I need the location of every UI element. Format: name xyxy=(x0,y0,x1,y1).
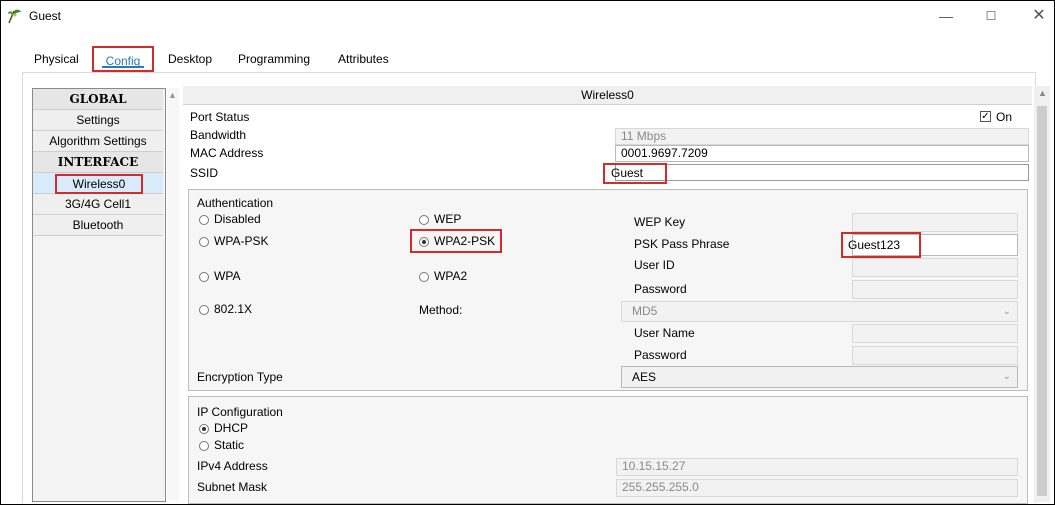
wpa-psk-label: WPA-PSK xyxy=(214,234,269,248)
bandwidth-label: Bandwidth xyxy=(190,128,247,142)
wpa-label: WPA xyxy=(214,269,241,283)
authentication-group: Authentication Disabled WEP WEP Key WPA-… xyxy=(188,189,1028,391)
chevron-down-icon: ⌄ xyxy=(1002,371,1011,382)
method-label: Method: xyxy=(419,303,463,317)
ssid-field[interactable] xyxy=(615,164,1029,181)
radio-static[interactable] xyxy=(199,441,209,451)
psk-pass-phrase-value[interactable]: Guest123 xyxy=(841,232,921,258)
radio-wpa-psk[interactable] xyxy=(199,237,209,247)
authentication-title: Authentication xyxy=(197,196,274,210)
ipv4-address-label: IPv4 Address xyxy=(197,459,268,473)
encryption-type-select[interactable]: AES ⌄ xyxy=(621,366,1018,388)
scroll-thumb[interactable] xyxy=(1037,106,1047,496)
subnet-mask-label: Subnet Mask xyxy=(197,480,268,494)
radio-wpa2[interactable] xyxy=(419,272,429,282)
mac-address-field[interactable]: 0001.9697.7209 xyxy=(615,145,1029,162)
encryption-type-label: Encryption Type xyxy=(197,370,283,384)
nav-scrollbar[interactable]: ▲ xyxy=(167,88,179,500)
tab-desktop[interactable]: Desktop xyxy=(160,46,220,72)
radio-wpa2-psk[interactable] xyxy=(419,237,429,247)
nav-item-cell[interactable]: 3G/4G Cell1 xyxy=(33,194,163,215)
ip-configuration-title: IP Configuration xyxy=(197,405,283,419)
password-label: Password xyxy=(634,282,687,296)
tab-config[interactable]: Config xyxy=(92,46,154,72)
ipv4-address-field: 10.15.15.27 xyxy=(616,458,1018,476)
nav-item-wireless0[interactable]: Wireless0 xyxy=(33,173,163,194)
wpa2-label: WPA2 xyxy=(434,269,468,283)
ssid-value[interactable]: Guest xyxy=(603,163,667,184)
wep-label: WEP xyxy=(434,212,462,226)
scroll-up-icon[interactable]: ▲ xyxy=(1038,88,1047,98)
mac-address-label: MAC Address xyxy=(190,146,264,160)
method-value: MD5 xyxy=(632,304,658,318)
nav-header-interface: INTERFACE xyxy=(33,152,163,173)
password2-label: Password xyxy=(634,348,687,362)
minimize-button[interactable]: — xyxy=(926,5,966,27)
user-name-label: User Name xyxy=(634,326,695,340)
config-nav: GLOBAL Settings Algorithm Settings INTER… xyxy=(32,88,166,502)
wep-key-label: WEP Key xyxy=(634,215,686,229)
static-label: Static xyxy=(214,438,245,452)
chevron-down-icon: ⌄ xyxy=(1002,306,1011,317)
disabled-label: Disabled xyxy=(214,212,261,226)
encryption-value: AES xyxy=(632,370,657,384)
window-title: Guest xyxy=(29,9,62,23)
radio-dhcp[interactable] xyxy=(199,424,209,434)
scroll-up-icon[interactable]: ▲ xyxy=(168,90,177,100)
app-icon xyxy=(8,9,21,24)
tab-physical[interactable]: Physical xyxy=(26,46,87,72)
user-id-label: User ID xyxy=(634,258,675,272)
user-id-field xyxy=(852,258,1018,277)
radio-wpa[interactable] xyxy=(199,272,209,282)
port-status-on-label: On xyxy=(996,110,1013,124)
nav-item-algorithm-settings[interactable]: Algorithm Settings xyxy=(33,131,163,152)
tab-programming[interactable]: Programming xyxy=(230,46,318,72)
nav-header-global: GLOBAL xyxy=(33,89,163,110)
wep-key-field xyxy=(852,213,1018,232)
subnet-mask-field: 255.255.255.0 xyxy=(616,479,1018,497)
maximize-button[interactable]: ☐ xyxy=(971,5,1011,27)
radio-802-1x[interactable] xyxy=(199,305,209,315)
port-status-label: Port Status xyxy=(190,110,250,124)
wireless-panel: Wireless0 Port Status ✓ On Bandwidth 11 … xyxy=(183,86,1032,504)
bandwidth-field: 11 Mbps xyxy=(615,128,1029,145)
dot1x-label: 802.1X xyxy=(214,302,253,316)
radio-wep[interactable] xyxy=(419,215,429,225)
radio-disabled[interactable] xyxy=(199,215,209,225)
method-select: MD5 ⌄ xyxy=(621,301,1018,322)
title-bar: Guest — ☐ ✕ xyxy=(1,1,1054,31)
panel-title: Wireless0 xyxy=(183,86,1032,105)
ssid-label: SSID xyxy=(190,166,219,180)
tab-attributes[interactable]: Attributes xyxy=(330,46,397,72)
ip-configuration-group: IP Configuration DHCP Static IPv4 Addres… xyxy=(188,396,1028,504)
wpa2-psk-highlight[interactable]: WPA2-PSK xyxy=(410,229,502,253)
password-field xyxy=(852,280,1018,299)
psk-pass-phrase-label: PSK Pass Phrase xyxy=(634,237,730,251)
port-status-checkbox[interactable]: ✓ xyxy=(980,111,991,122)
user-name-field xyxy=(852,324,1018,343)
password2-field xyxy=(852,346,1018,365)
dhcp-label: DHCP xyxy=(214,421,249,435)
wpa2-psk-label: WPA2-PSK xyxy=(434,234,496,248)
close-button[interactable]: ✕ xyxy=(1019,5,1055,27)
panel-scrollbar[interactable]: ▲ xyxy=(1034,86,1050,502)
nav-item-bluetooth[interactable]: Bluetooth xyxy=(33,215,163,236)
nav-item-settings[interactable]: Settings xyxy=(33,110,163,131)
wireless0-highlight: Wireless0 xyxy=(55,174,143,194)
